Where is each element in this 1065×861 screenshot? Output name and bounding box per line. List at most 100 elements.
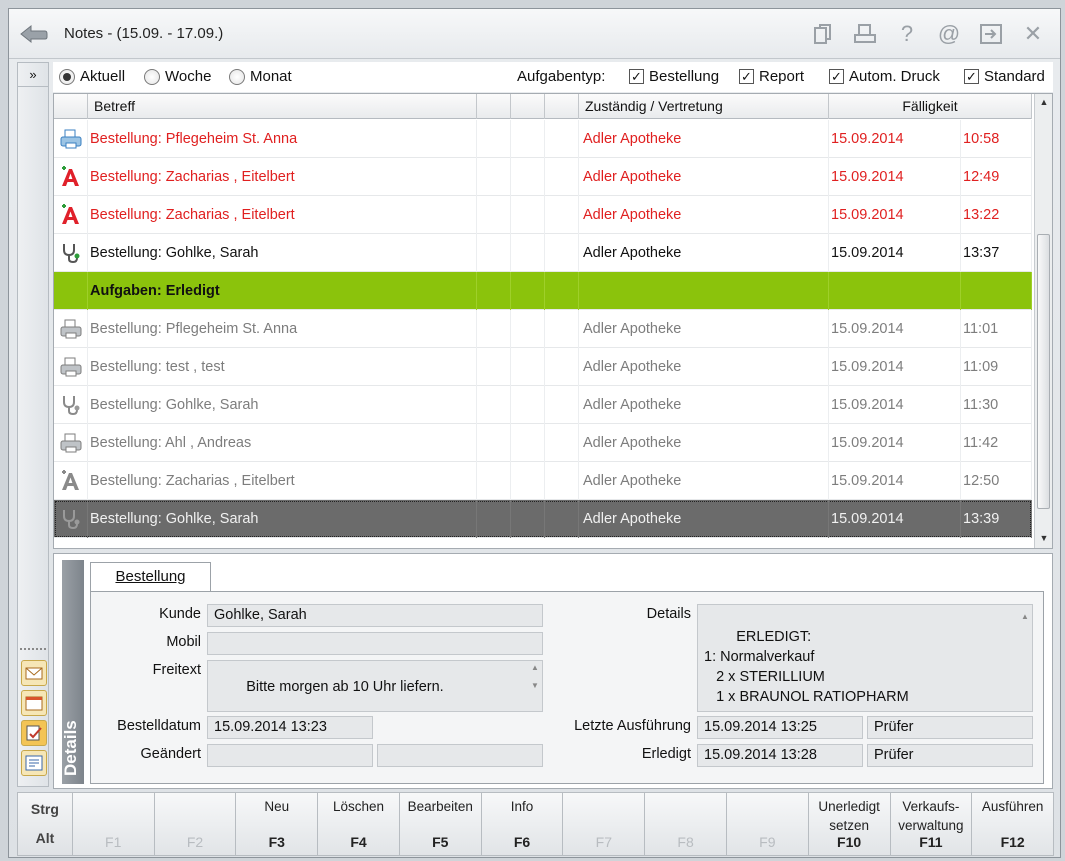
- printer-icon: [59, 318, 83, 340]
- mobil-field[interactable]: [207, 632, 543, 655]
- alt-key[interactable]: Alt: [18, 830, 72, 846]
- modifier-keys[interactable]: Strg Alt: [17, 792, 73, 856]
- geaendert-by-field[interactable]: [377, 744, 543, 767]
- radio-label: Aktuell: [80, 68, 126, 85]
- fkey-f3-button[interactable]: Neu F3: [236, 792, 319, 856]
- row-extra-3: [545, 234, 579, 272]
- copy-icon[interactable]: [810, 21, 836, 47]
- email-icon[interactable]: @: [936, 21, 962, 47]
- print-icon[interactable]: [852, 21, 878, 47]
- fkey-label: Neu: [264, 799, 290, 814]
- scroll-up-icon[interactable]: ▲: [1038, 97, 1050, 109]
- radio-dot: [144, 68, 160, 85]
- table-row[interactable]: Bestellung: Zacharias , Eitelbert Adler A…: [54, 158, 1032, 196]
- row-extra-1: [477, 348, 511, 386]
- row-extra-3: [545, 272, 579, 310]
- checkbox-report[interactable]: ✓ Report: [739, 68, 804, 85]
- fkey-f9-button[interactable]: F9: [726, 792, 809, 856]
- strg-key[interactable]: Strg: [18, 801, 72, 817]
- checkbox-autom-druck[interactable]: ✓ Autom. Druck: [829, 68, 940, 85]
- row-subject: Bestellung: Zacharias , Eitelbert: [88, 158, 477, 196]
- row-extra-3: [545, 424, 579, 462]
- mail-icon[interactable]: [21, 660, 47, 686]
- table-row[interactable]: Bestellung: Gohlke, Sarah Adler Apotheke 1…: [54, 386, 1032, 424]
- table-row[interactable]: Bestellung: Zacharias , Eitelbert Adler A…: [54, 462, 1032, 500]
- header-due[interactable]: Fälligkeit: [829, 94, 1032, 119]
- kunde-field[interactable]: Gohlke, Sarah: [207, 604, 543, 627]
- radio-dot: [229, 68, 245, 85]
- header-icon-col[interactable]: [54, 94, 88, 119]
- row-responsible: Adler Apotheke: [579, 196, 829, 234]
- bestelldatum-field[interactable]: 15.09.2014 13:23: [207, 716, 373, 739]
- table-row[interactable]: Bestellung: Zacharias , Eitelbert Adler A…: [54, 196, 1032, 234]
- row-responsible: Adler Apotheke: [579, 120, 829, 158]
- title-bar: Notes - (15.09. - 17.09.) ? @ ✕: [9, 9, 1060, 59]
- row-icon-cell: [54, 234, 88, 272]
- radio-woche[interactable]: Woche: [144, 68, 211, 85]
- fkey-key: F5: [432, 834, 449, 850]
- erledigt-field[interactable]: 15.09.2014 13:28: [697, 744, 863, 767]
- group-row[interactable]: Aufgaben: Erledigt: [54, 272, 1032, 310]
- fkey-f11-button[interactable]: Verkaufs-verwaltung F11: [890, 792, 973, 856]
- table-row[interactable]: Bestellung: test , test Adler Apotheke 15.…: [54, 348, 1032, 386]
- expand-sidebar-button[interactable]: »: [18, 63, 48, 87]
- fkey-f12-button[interactable]: Ausführen F12: [972, 792, 1055, 856]
- row-due-time: 13:37: [961, 234, 1032, 272]
- row-subject: Bestellung: Pflegeheim St. Anna: [88, 120, 477, 158]
- fkey-f1-button[interactable]: F1: [72, 792, 155, 856]
- task-list-icon[interactable]: [21, 750, 47, 776]
- row-icon-cell: [54, 348, 88, 386]
- scroll-thumb[interactable]: [1037, 234, 1050, 509]
- row-due-time: 12:50: [961, 462, 1032, 500]
- details-field[interactable]: ERLEDIGT: 1: Normalverkauf 2 x STERILLIU…: [697, 604, 1033, 712]
- back-button[interactable]: [19, 23, 49, 45]
- header-extra-3[interactable]: [545, 94, 579, 119]
- letzte-ausfuehrung-field[interactable]: 15.09.2014 13:25: [697, 716, 863, 739]
- table-row[interactable]: Bestellung: Pflegeheim St. Anna Adler Apo…: [54, 310, 1032, 348]
- row-subject: Bestellung: Gohlke, Sarah: [88, 386, 477, 424]
- fkey-f6-button[interactable]: Info F6: [481, 792, 564, 856]
- tab-bestellung[interactable]: Bestellung: [90, 562, 211, 592]
- scroll-down-icon[interactable]: ▼: [1038, 533, 1050, 545]
- fkey-key: F1: [105, 834, 122, 850]
- row-responsible: [579, 272, 829, 310]
- row-extra-2: [511, 500, 545, 538]
- row-due-date: 15.09.2014: [829, 424, 961, 462]
- header-responsible[interactable]: Zuständig / Vertretung: [579, 94, 829, 119]
- radio-monat[interactable]: Monat: [229, 68, 292, 85]
- table-row[interactable]: Bestellung: Gohlke, Sarah Adler Apotheke 1…: [54, 500, 1032, 538]
- fkey-f7-button[interactable]: F7: [563, 792, 646, 856]
- radio-aktuell[interactable]: Aktuell: [59, 68, 125, 85]
- table-row[interactable]: Bestellung: Ahl , Andreas Adler Apotheke 1…: [54, 424, 1032, 462]
- geaendert-field[interactable]: [207, 744, 373, 767]
- grid-scrollbar[interactable]: ▲ ▼: [1034, 94, 1052, 548]
- freitext-field[interactable]: Bitte morgen ab 10 Uhr liefern. ▲ ▼: [207, 660, 543, 712]
- header-extra-1[interactable]: [477, 94, 511, 119]
- row-responsible: Adler Apotheke: [579, 310, 829, 348]
- freitext-scrollbar[interactable]: ▲ ▼: [530, 663, 540, 690]
- pharmacy-a-icon: [59, 203, 83, 227]
- details-scrollbar[interactable]: ▲▼: [1020, 607, 1030, 707]
- checkbox-standard[interactable]: ✓ Standard: [964, 68, 1045, 85]
- letzte-ausfuehrung-by-field[interactable]: Prüfer: [867, 716, 1033, 739]
- fkey-f8-button[interactable]: F8: [645, 792, 727, 856]
- help-icon[interactable]: ?: [894, 21, 920, 47]
- calendar-icon[interactable]: [21, 690, 47, 716]
- row-extra-1: [477, 120, 511, 158]
- fkey-f2-button[interactable]: F2: [154, 792, 237, 856]
- close-icon[interactable]: ✕: [1020, 21, 1046, 47]
- table-row[interactable]: Bestellung: Gohlke, Sarah Adler Apotheke 1…: [54, 234, 1032, 272]
- row-responsible: Adler Apotheke: [579, 424, 829, 462]
- fkey-f5-button[interactable]: Bearbeiten F5: [399, 792, 482, 856]
- erledigt-by-field[interactable]: Prüfer: [867, 744, 1033, 767]
- export-icon[interactable]: [978, 21, 1004, 47]
- checkbox-bestellung[interactable]: ✓ Bestellung: [629, 68, 719, 85]
- fkey-f4-button[interactable]: Löschen F4: [318, 792, 400, 856]
- fkey-f10-button[interactable]: Unerledigt setzen F10: [808, 792, 891, 856]
- notes-icon[interactable]: [21, 720, 47, 746]
- header-extra-2[interactable]: [511, 94, 545, 119]
- row-responsible: Adler Apotheke: [579, 462, 829, 500]
- header-subject[interactable]: Betreff: [88, 94, 477, 119]
- table-row[interactable]: Bestellung: Pflegeheim St. Anna Adler Apo…: [54, 120, 1032, 158]
- freitext-text: Bitte morgen ab 10 Uhr liefern.: [246, 679, 444, 695]
